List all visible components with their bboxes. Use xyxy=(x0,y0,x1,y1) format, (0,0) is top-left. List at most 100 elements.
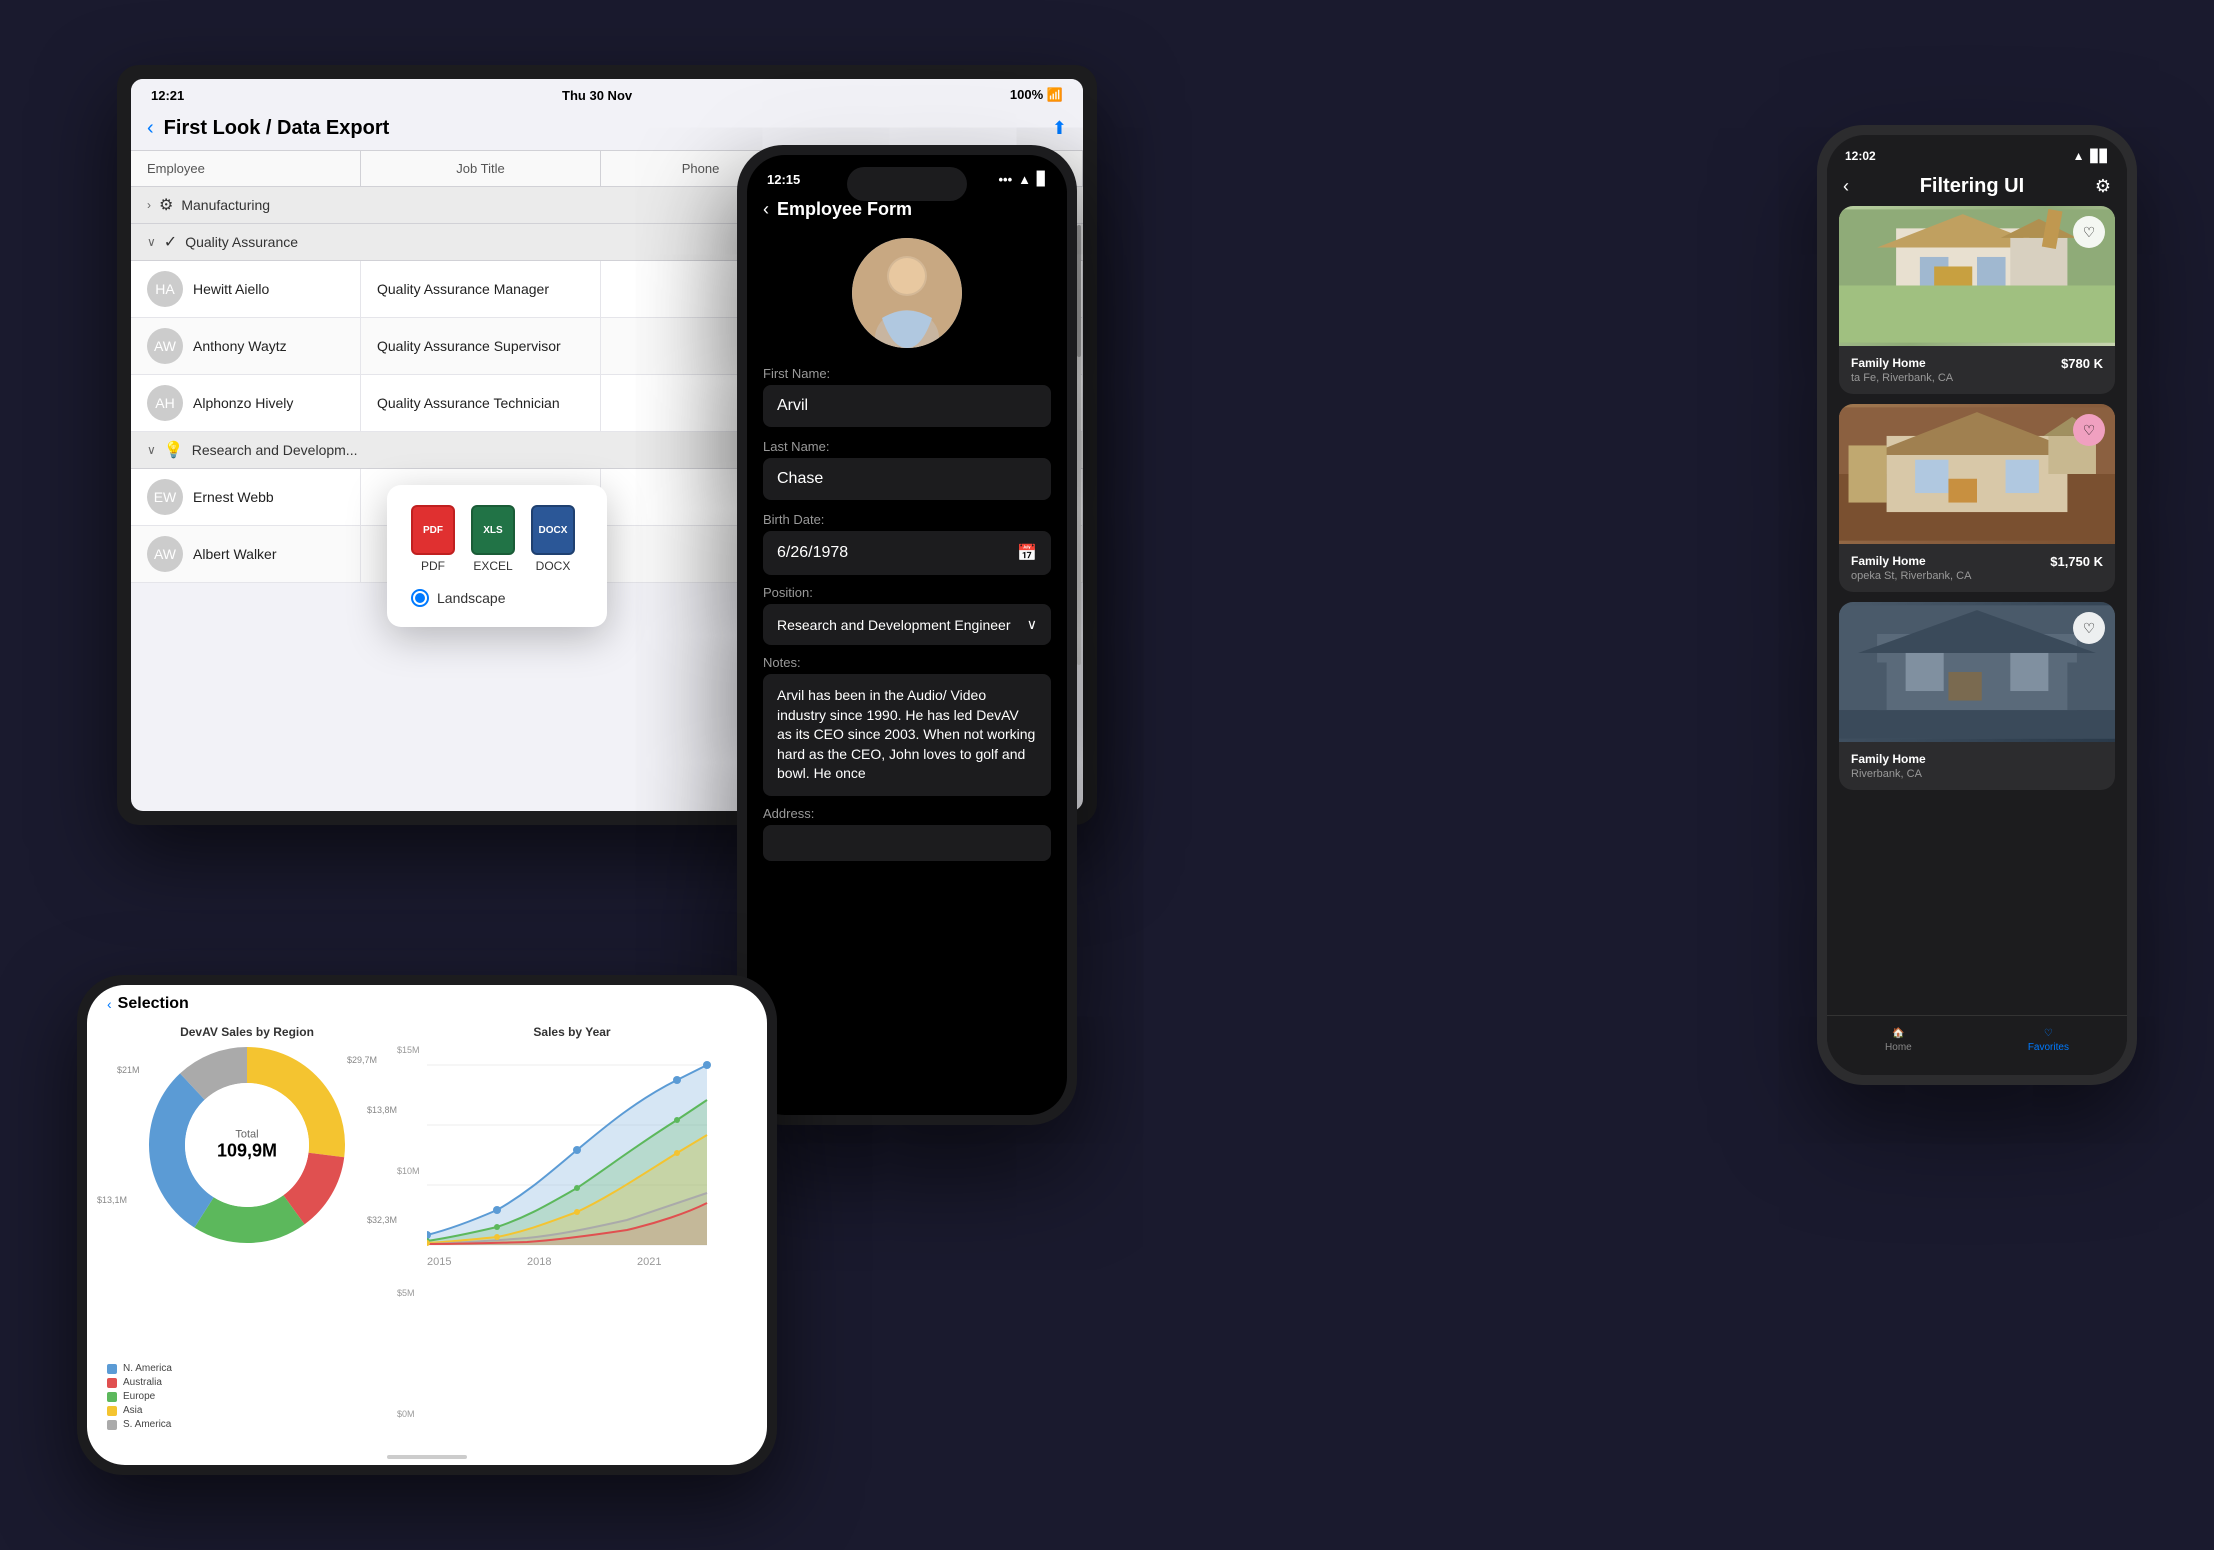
ipad-page-title: First Look / Data Export xyxy=(164,117,390,140)
legend-dot-na xyxy=(107,1364,117,1374)
legend-label: Asia xyxy=(123,1405,142,1416)
avatar: AW xyxy=(147,328,183,364)
avatar: AW xyxy=(147,536,183,572)
ipad-upload-icon[interactable]: ⬆ xyxy=(1052,118,1067,139)
address-input[interactable] xyxy=(763,825,1051,861)
position-value: Research and Development Engineer xyxy=(777,617,1010,633)
re-battery-icon: ▊▊ xyxy=(2091,149,2109,163)
donut-chart: Total 109,9M xyxy=(147,1045,347,1245)
employee-name: Hewitt Aiello xyxy=(193,281,269,297)
scroll-track[interactable] xyxy=(1077,225,1081,664)
chart-page-title: Selection xyxy=(118,995,189,1013)
svg-text:2018: 2018 xyxy=(527,1256,551,1268)
job-title: Quality Assurance Technician xyxy=(361,375,601,431)
chevron-down-icon: ∨ xyxy=(147,443,156,457)
scroll-thumb[interactable] xyxy=(1077,225,1081,357)
legend-dot-eu xyxy=(107,1392,117,1402)
last-name-input[interactable] xyxy=(763,458,1051,500)
re-bottom-nav: 🏠 Home ♡ Favorites xyxy=(1827,1015,2127,1075)
notes-textarea[interactable]: Arvil has been in the Audio/ Video indus… xyxy=(763,674,1051,796)
re-time: 12:02 xyxy=(1845,149,1876,163)
re-status-icons: ▲ ▊▊ xyxy=(2073,149,2109,163)
property-card[interactable]: ♡ Family Home Riverbank, CA xyxy=(1839,602,2115,790)
favorite-button[interactable]: ♡ xyxy=(2073,414,2105,446)
iphone-time: 12:15 xyxy=(767,172,800,187)
legend-europe: Europe xyxy=(107,1391,387,1402)
re-page-title: Filtering UI xyxy=(1920,175,2024,198)
notes-value: Arvil has been in the Audio/ Video indus… xyxy=(777,687,1035,781)
employee-name: Albert Walker xyxy=(193,546,277,562)
employee-name: Alphonzo Hively xyxy=(193,395,293,411)
re-status-bar: 12:02 ▲ ▊▊ xyxy=(1827,135,2127,167)
col-jobtitle: Job Title xyxy=(361,151,601,186)
status-icons: ••• ▲ ▊ xyxy=(998,171,1047,187)
home-indicator xyxy=(87,1447,767,1465)
line-title: Sales by Year xyxy=(397,1025,747,1039)
calendar-icon[interactable]: 📅 xyxy=(1017,543,1037,563)
qa-icon: ✓ xyxy=(164,232,177,252)
pdf-label: PDF xyxy=(421,559,445,573)
re-nav-favorites[interactable]: ♡ Favorites xyxy=(2028,1028,2069,1053)
iphone-chart-screen: ‹ Selection DevAV Sales by Region xyxy=(87,985,767,1465)
notes-label: Notes: xyxy=(763,655,1051,670)
iphone-back-button[interactable]: ‹ xyxy=(763,199,769,220)
ipad-back-button[interactable]: ‹ xyxy=(147,117,154,140)
chart-nav: ‹ Selection xyxy=(87,985,767,1017)
property-type: Family Home xyxy=(1851,554,1971,568)
donut-legend: N. America Australia Europe Asia xyxy=(107,1363,387,1430)
avatar: EW xyxy=(147,479,183,515)
property-card[interactable]: ♡ Family Home opeka St, Riverbank, CA $1… xyxy=(1839,404,2115,592)
re-header: ‹ Filtering UI ⚙ xyxy=(1827,167,2127,206)
birth-date-input[interactable]: 6/26/1978 📅 xyxy=(763,531,1051,575)
pdf-format[interactable]: PDF PDF xyxy=(411,505,455,573)
docx-format[interactable]: DOCX DOCX xyxy=(531,505,575,573)
manufacturing-icon: ⚙ xyxy=(159,195,173,215)
landscape-label: Landscape xyxy=(437,590,506,606)
legend-sa: S. America xyxy=(107,1419,387,1430)
iphone-right-device: 12:02 ▲ ▊▊ ‹ Filtering UI ⚙ xyxy=(1817,125,2137,1085)
favorites-label: Favorites xyxy=(2028,1042,2069,1053)
pdf-icon: PDF xyxy=(411,505,455,555)
property-info: Family Home opeka St, Riverbank, CA $1,7… xyxy=(1839,544,2115,592)
donut-section: DevAV Sales by Region xyxy=(107,1025,387,1439)
avatar: HA xyxy=(147,271,183,307)
home-icon: 🏠 xyxy=(1892,1028,1904,1039)
birth-date-label: Birth Date: xyxy=(763,512,1051,527)
avatar: AH xyxy=(147,385,183,421)
property-address: ta Fe, Riverbank, CA xyxy=(1851,372,1953,384)
radio-landscape[interactable] xyxy=(411,589,429,607)
favorite-button[interactable]: ♡ xyxy=(2073,612,2105,644)
docx-label: DOCX xyxy=(536,559,571,573)
favorite-button[interactable]: ♡ xyxy=(2073,216,2105,248)
property-type: Family Home xyxy=(1851,752,1926,766)
line-chart-svg: 2015 2018 2021 xyxy=(427,1045,747,1345)
filter-icon[interactable]: ⚙ xyxy=(2095,176,2111,197)
ipad-time: 12:21 xyxy=(151,88,184,103)
legend-label: Europe xyxy=(123,1391,155,1402)
excel-icon: XLS xyxy=(471,505,515,555)
legend-dot-au xyxy=(107,1378,117,1388)
re-back-button[interactable]: ‹ xyxy=(1843,176,1849,197)
svg-text:2021: 2021 xyxy=(637,1256,661,1268)
position-select[interactable]: Research and Development Engineer ∨ xyxy=(763,604,1051,645)
re-nav-home[interactable]: 🏠 Home xyxy=(1885,1028,1912,1053)
export-formats: PDF PDF XLS EXCEL DOCX DOCX xyxy=(411,505,583,573)
svg-text:2015: 2015 xyxy=(427,1256,451,1268)
employee-avatar xyxy=(852,238,962,348)
landscape-option[interactable]: Landscape xyxy=(411,589,583,607)
first-name-input[interactable] xyxy=(763,385,1051,427)
legend-label: N. America xyxy=(123,1363,172,1374)
job-title: Quality Assurance Manager xyxy=(361,261,601,317)
property-info: Family Home ta Fe, Riverbank, CA $780 K xyxy=(1839,346,2115,394)
iphone-right-screen: 12:02 ▲ ▊▊ ‹ Filtering UI ⚙ xyxy=(1827,135,2127,1075)
legend-label: Australia xyxy=(123,1377,162,1388)
legend-australia: Australia xyxy=(107,1377,387,1388)
line-section: Sales by Year $15M $10M $5M $0M xyxy=(397,1025,747,1439)
re-wifi-icon: ▲ xyxy=(2073,149,2085,163)
chevron-down-icon: ∨ xyxy=(1027,616,1037,633)
chart-back-button[interactable]: ‹ xyxy=(107,996,112,1012)
heart-icon: ♡ xyxy=(2044,1028,2053,1039)
chevron-right-icon: › xyxy=(147,198,151,212)
property-card[interactable]: ♡ Family Home ta Fe, Riverbank, CA $780 … xyxy=(1839,206,2115,394)
excel-format[interactable]: XLS EXCEL xyxy=(471,505,515,573)
